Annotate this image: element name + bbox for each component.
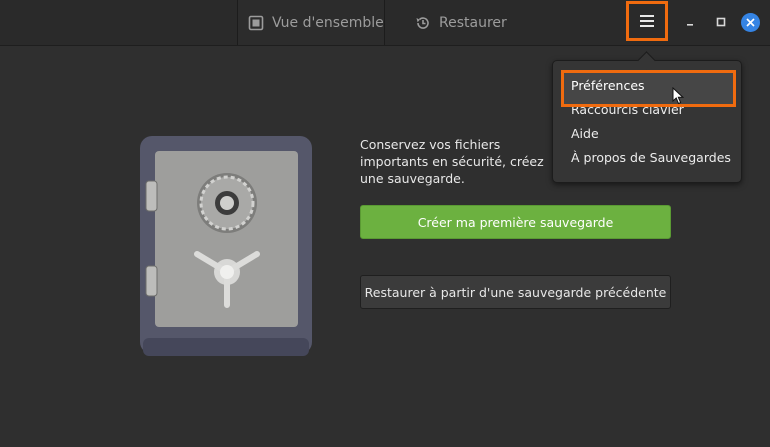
tab-overview[interactable]: Vue d'ensemble [237, 0, 385, 45]
main-menu-button[interactable] [626, 1, 668, 41]
mouse-cursor-icon [672, 87, 684, 105]
safe-illustration [140, 136, 312, 356]
menu-item-preferences-label: Préférences [571, 78, 645, 93]
description-text: Conservez vos fichiers importants en séc… [360, 137, 544, 186]
hamburger-menu-icon [640, 15, 654, 27]
restore-backup-button[interactable]: Restaurer à partir d'une sauvegarde préc… [360, 275, 671, 309]
minimize-icon [687, 24, 693, 26]
minimize-button[interactable] [680, 12, 700, 32]
tab-overview-label: Vue d'ensemble [272, 14, 384, 31]
tab-restore-label: Restaurer [439, 14, 507, 31]
create-backup-button[interactable]: Créer ma première sauvegarde [360, 205, 671, 239]
preferences-highlight[interactable]: Préférences [561, 70, 736, 107]
history-icon [416, 16, 429, 29]
header-bar: Vue d'ensemble Restaurer [0, 0, 770, 46]
tab-restore[interactable]: Restaurer [385, 0, 515, 45]
overview-icon [248, 15, 264, 30]
menu-item-about[interactable]: À propos de Sauvegardes [553, 146, 741, 169]
maximize-icon [716, 17, 726, 27]
maximize-button[interactable] [711, 12, 731, 32]
menu-item-help[interactable]: Aide [553, 122, 741, 145]
close-button[interactable] [741, 13, 760, 32]
close-icon [746, 18, 755, 27]
